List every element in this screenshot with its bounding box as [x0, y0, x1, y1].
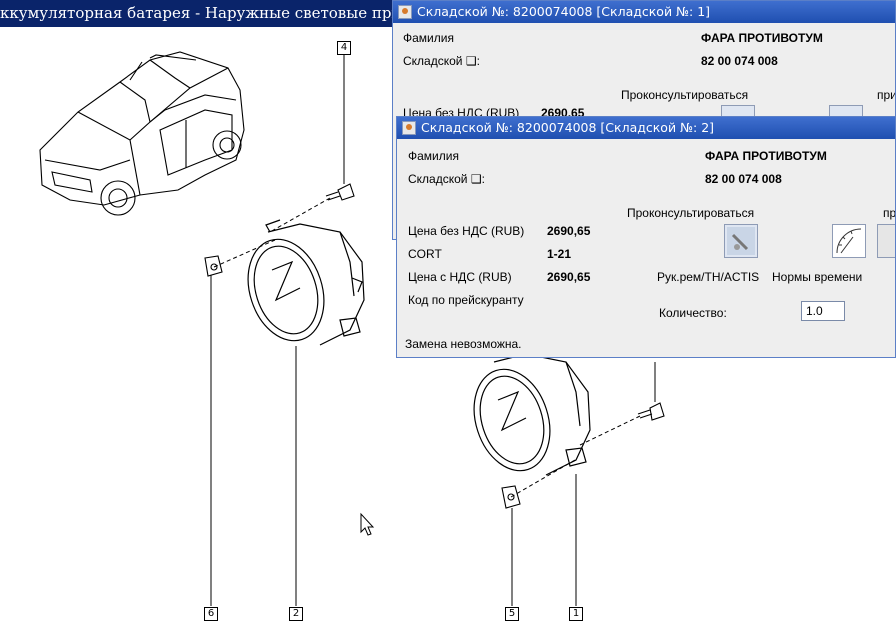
java-app-icon: [398, 5, 412, 19]
repair-manual-icon[interactable]: [724, 224, 758, 258]
clip-left: [204, 255, 223, 277]
partial-icon[interactable]: [877, 224, 895, 258]
fog-lamp-left: [247, 219, 365, 346]
cort-label: CORT: [408, 247, 442, 261]
partial-label: при: [877, 88, 896, 102]
quantity-label: Количество:: [659, 306, 727, 320]
family-value: ФАРА ПРОТИВОТУМ: [705, 149, 827, 163]
family-value: ФАРА ПРОТИВОТУМ: [701, 31, 823, 45]
screw-lower: [637, 402, 665, 421]
screw-upper: [325, 183, 355, 201]
consult-label: Проконсультироваться: [627, 206, 755, 220]
price-no-vat-label: Цена без НДС (RUB): [408, 224, 525, 238]
window-2-title-bar[interactable]: Складской №: 8200074008 [Складской №: 2]: [397, 117, 895, 139]
callout-4: 4: [337, 41, 351, 55]
window-2-title: Складской №: 8200074008 [Складской №: 2]: [421, 120, 715, 135]
sku-label: Складской ❑:: [408, 172, 485, 186]
callout-2: 2: [289, 607, 303, 621]
window-1-title: Складской №: 8200074008 [Складской №: 1]: [417, 4, 711, 19]
cort-value: 1-21: [547, 247, 572, 261]
callout-1: 1: [569, 607, 583, 621]
time-norms-label: Нормы времени: [772, 270, 863, 284]
java-app-icon: [402, 121, 416, 135]
partial-label: пр: [883, 206, 896, 220]
time-gauge-icon-graphic: [836, 228, 862, 254]
price-vat-label: Цена с НДС (RUB): [408, 270, 512, 284]
price-vat-value: 2690,65: [547, 270, 591, 284]
car-illustration: [39, 51, 245, 216]
family-label: Фамилия: [403, 31, 454, 45]
sku-value: 82 00 074 008: [701, 54, 778, 68]
sku-label: Складской ❑:: [403, 54, 480, 68]
pricelist-code-label: Код по прейскуранту: [408, 293, 524, 307]
time-gauge-icon[interactable]: [832, 224, 866, 258]
repair-manual-icon-graphic: [727, 227, 755, 255]
callout-5: 5: [505, 607, 519, 621]
replacement-text: Замена невозможна.: [405, 337, 522, 351]
sku-value: 82 00 074 008: [705, 172, 782, 186]
callout-6: 6: [204, 607, 218, 621]
family-label: Фамилия: [408, 149, 459, 163]
part-info-window-2[interactable]: Складской №: 8200074008 [Складской №: 2]…: [396, 116, 896, 358]
mouse-cursor-icon: [360, 512, 375, 536]
quantity-input[interactable]: 1.0: [801, 301, 845, 321]
fog-lamp-right: [473, 353, 591, 476]
price-no-vat-value: 2690,65: [547, 224, 591, 238]
quantity-value: 1.0: [806, 304, 823, 318]
manual-label: Рук.рем/TH/ACTIS: [657, 270, 760, 284]
window-1-title-bar[interactable]: Складской №: 8200074008 [Складской №: 1]: [393, 1, 895, 23]
consult-label: Проконсультироваться: [621, 88, 749, 102]
